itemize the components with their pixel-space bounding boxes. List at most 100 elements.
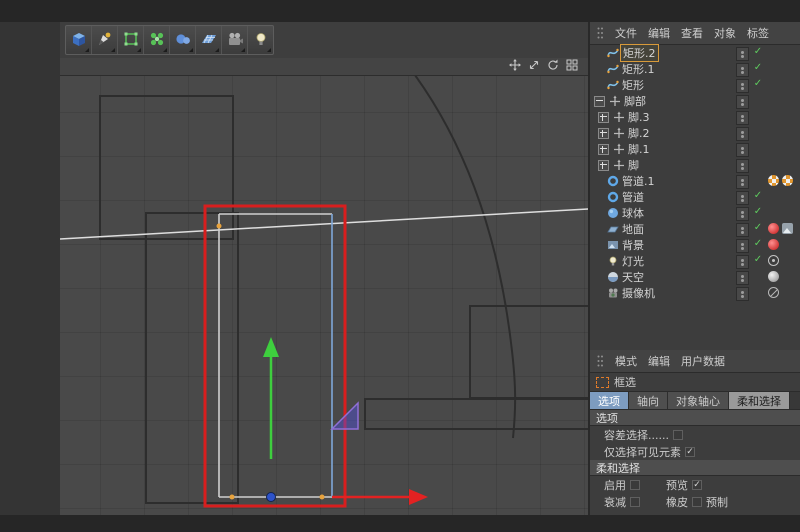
visibility-toggles[interactable]	[736, 79, 749, 93]
pan-view-icon[interactable]	[509, 59, 521, 74]
enabled-check-icon[interactable]	[752, 190, 764, 201]
menu-file[interactable]: 文件	[615, 25, 637, 41]
wireframe-band-bottom[interactable]	[365, 399, 588, 429]
object-label[interactable]: 矩形	[622, 77, 644, 93]
visibility-toggles[interactable]	[736, 159, 749, 173]
texture-tag-icon[interactable]	[768, 175, 779, 186]
visibility-toggles[interactable]	[736, 191, 749, 205]
menu-mode[interactable]: 模式	[615, 353, 637, 369]
menu-edit[interactable]: 编辑	[648, 25, 670, 41]
sketch-pen-tool-button[interactable]	[92, 26, 118, 54]
expand-icon[interactable]	[598, 112, 609, 123]
visibility-toggles[interactable]	[736, 47, 749, 61]
workplane-tool-button[interactable]	[196, 26, 222, 54]
object-row[interactable]: 地面	[590, 221, 800, 237]
origin-point[interactable]	[267, 493, 276, 502]
y-axis-arrow-head[interactable]	[263, 337, 279, 357]
object-row[interactable]: 矩形.1	[590, 61, 800, 77]
visibility-toggles[interactable]	[736, 143, 749, 157]
object-label[interactable]: 管道	[622, 189, 644, 205]
tab-options[interactable]: 选项	[590, 392, 629, 409]
enable-checkbox[interactable]	[630, 480, 640, 490]
spline-point[interactable]	[230, 495, 235, 500]
object-label[interactable]: 矩形.2	[620, 44, 659, 62]
disabled-tag-icon[interactable]	[768, 287, 779, 298]
object-label[interactable]: 灯光	[622, 253, 644, 269]
falloff-checkbox[interactable]	[630, 497, 640, 507]
texture-tag-icon[interactable]	[768, 271, 779, 282]
visibility-toggles[interactable]	[736, 111, 749, 125]
object-label[interactable]: 脚部	[624, 93, 646, 109]
target-tag-icon[interactable]	[768, 255, 779, 266]
panel-grabber-icon[interactable]	[596, 26, 604, 40]
spline-point[interactable]	[217, 224, 222, 229]
tolerant-selection-checkbox[interactable]	[673, 430, 683, 440]
object-row[interactable]: 矩形	[590, 77, 800, 93]
object-label[interactable]: 脚.1	[628, 141, 650, 157]
material-tag-icon[interactable]	[768, 223, 779, 234]
object-label[interactable]: 球体	[622, 205, 644, 221]
metaball-tool-button[interactable]	[170, 26, 196, 54]
visibility-toggles[interactable]	[736, 175, 749, 189]
object-row[interactable]: 天空	[590, 269, 800, 285]
object-label[interactable]: 管道.1	[622, 173, 655, 189]
object-row[interactable]: 管道.1	[590, 173, 800, 189]
visibility-toggles[interactable]	[736, 127, 749, 141]
object-label[interactable]: 地面	[622, 221, 644, 237]
object-label[interactable]: 脚.3	[628, 109, 650, 125]
object-row[interactable]: 摄像机	[590, 285, 800, 301]
rotate-view-icon[interactable]	[547, 59, 559, 74]
menu-tag[interactable]: 标签	[747, 25, 769, 41]
profile-curve[interactable]	[412, 76, 515, 438]
compositing-tag-icon[interactable]	[782, 223, 793, 234]
object-label[interactable]: 矩形.1	[622, 61, 655, 77]
deformer-cage-tool-button[interactable]	[118, 26, 144, 54]
tab-axis[interactable]: 轴向	[629, 392, 668, 409]
enabled-check-icon[interactable]	[752, 62, 764, 73]
object-label[interactable]: 摄像机	[622, 285, 655, 301]
menu-view[interactable]: 查看	[681, 25, 703, 41]
object-row[interactable]: 脚.3	[590, 109, 800, 125]
object-row[interactable]: 管道	[590, 189, 800, 205]
visibility-toggles[interactable]	[736, 63, 749, 77]
cube-primitive-tool-button[interactable]	[66, 26, 92, 54]
visibility-toggles[interactable]	[736, 255, 749, 269]
visibility-toggles[interactable]	[736, 239, 749, 253]
menu-edit[interactable]: 编辑	[648, 353, 670, 369]
menu-user-data[interactable]: 用户数据	[681, 353, 725, 369]
soft-selection-section-header[interactable]: 柔和选择	[590, 460, 800, 476]
wireframe-rect-left[interactable]	[146, 213, 238, 503]
tab-object-axis[interactable]: 对象轴心	[668, 392, 729, 409]
eraser-checkbox[interactable]	[692, 497, 702, 507]
object-row[interactable]: 脚部	[590, 93, 800, 109]
wireframe-rect-top-left[interactable]	[100, 96, 233, 239]
options-section-header[interactable]: 选项	[590, 410, 800, 426]
object-row[interactable]: 矩形.2	[590, 45, 800, 61]
visibility-toggles[interactable]	[736, 271, 749, 285]
preview-checkbox[interactable]	[692, 480, 702, 490]
enabled-check-icon[interactable]	[752, 238, 764, 249]
collapse-icon[interactable]	[594, 96, 605, 107]
object-row[interactable]: 灯光	[590, 253, 800, 269]
wireframe-rect-right[interactable]	[470, 306, 588, 398]
tab-soft-selection[interactable]: 柔和选择	[729, 392, 790, 409]
viewport[interactable]	[60, 58, 588, 515]
array-tool-button[interactable]	[144, 26, 170, 54]
visibility-toggles[interactable]	[736, 287, 749, 301]
enabled-check-icon[interactable]	[752, 254, 764, 265]
expand-icon[interactable]	[598, 144, 609, 155]
object-label[interactable]: 背景	[622, 237, 644, 253]
panel-grabber-icon[interactable]	[596, 354, 604, 368]
object-row[interactable]: 背景	[590, 237, 800, 253]
object-row[interactable]: 球体	[590, 205, 800, 221]
expand-icon[interactable]	[598, 160, 609, 171]
spline-point[interactable]	[320, 495, 325, 500]
object-row[interactable]: 脚.2	[590, 125, 800, 141]
object-row[interactable]: 脚	[590, 157, 800, 173]
zoom-view-icon[interactable]	[528, 59, 540, 74]
enabled-check-icon[interactable]	[752, 78, 764, 89]
visibility-toggles[interactable]	[736, 95, 749, 109]
viewport-canvas[interactable]	[60, 76, 588, 516]
object-row[interactable]: 脚.1	[590, 141, 800, 157]
visibility-toggles[interactable]	[736, 223, 749, 237]
